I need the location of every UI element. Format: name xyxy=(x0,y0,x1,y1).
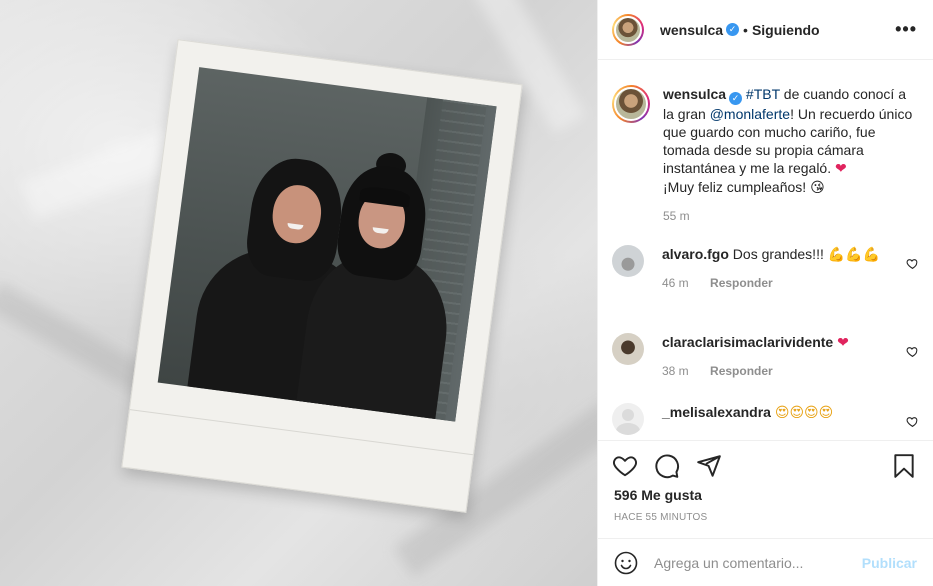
comment-message: Dos grandes!!! xyxy=(732,246,828,262)
comment-meta: 38 m Responder xyxy=(662,364,892,378)
like-comment-heart-icon[interactable] xyxy=(906,345,919,358)
caption-username[interactable]: wensulca xyxy=(663,86,726,102)
commenter-avatar[interactable] xyxy=(612,333,644,365)
share-icon[interactable] xyxy=(696,453,722,479)
reply-button[interactable]: Responder xyxy=(710,364,773,378)
heart-eyes-emoji: 😍😍😍😍 xyxy=(774,405,834,421)
post-actions: 596 Me gusta HACE 55 MINUTOS Agrega un c… xyxy=(598,440,933,586)
caption-part: ¡Muy feliz cumpleaños! xyxy=(663,179,811,195)
hashtag-link[interactable]: #TBT xyxy=(746,86,780,102)
post-header: wensulca ✓ • Siguiendo ••• xyxy=(598,0,933,60)
heart-emoji: ❤ xyxy=(837,335,849,351)
caption-avatar[interactable] xyxy=(612,85,650,123)
follow-status-button[interactable]: Siguiendo xyxy=(752,22,820,38)
reply-button[interactable]: Responder xyxy=(710,276,773,290)
polaroid-image xyxy=(157,67,497,422)
comment-username[interactable]: alvaro.fgo xyxy=(662,246,729,262)
verified-icon: ✓ xyxy=(729,92,743,105)
add-comment-bar: Agrega un comentario... Publicar xyxy=(598,538,933,586)
verified-icon: ✓ xyxy=(726,23,740,36)
comment-username[interactable]: claraclarisimaclarividente xyxy=(662,334,833,350)
caption: wensulca ✓ #TBT de cuando conocí a la gra… xyxy=(612,85,919,223)
more-icon[interactable]: ••• xyxy=(895,19,917,40)
caption-text: wensulca ✓ #TBT de cuando conocí a la gra… xyxy=(663,85,919,197)
post-photo[interactable] xyxy=(0,0,597,586)
emoji-icon[interactable] xyxy=(614,551,638,575)
author-username[interactable]: wensulca xyxy=(660,22,723,38)
post-sidebar: wensulca ✓ • Siguiendo ••• wensulca ✓ #TB… xyxy=(597,0,933,586)
commenter-avatar[interactable] xyxy=(612,245,644,277)
comment-input[interactable]: Agrega un comentario... xyxy=(654,555,862,571)
mention-link[interactable]: @monlaferte xyxy=(710,106,790,122)
comment-text: alvaro.fgo Dos grandes!!! 💪💪💪 xyxy=(662,245,892,264)
like-comment-heart-icon[interactable] xyxy=(906,257,919,270)
separator-dot: • xyxy=(743,21,748,38)
comments-list[interactable]: wensulca ✓ #TBT de cuando conocí a la gra… xyxy=(598,61,933,439)
comment-meta: 46 m Responder xyxy=(662,276,892,290)
comment-body: _melisalexandra 😍😍😍😍 xyxy=(662,403,892,435)
comment-item: alvaro.fgo Dos grandes!!! 💪💪💪 46 m Respo… xyxy=(612,245,919,290)
comment-icon[interactable] xyxy=(654,453,680,479)
bookmark-icon[interactable] xyxy=(891,453,917,479)
heart-icon[interactable] xyxy=(612,453,638,479)
comment-time[interactable]: 46 m xyxy=(662,276,689,290)
muscle-emoji: 💪💪💪 xyxy=(827,247,881,263)
caption-body: wensulca ✓ #TBT de cuando conocí a la gra… xyxy=(663,85,919,223)
comment-body: claraclarisimaclarividente ❤ 38 m Respon… xyxy=(662,333,892,378)
polaroid-print xyxy=(121,39,523,513)
caption-time[interactable]: 55 m xyxy=(663,209,690,223)
likes-count[interactable]: 596 Me gusta xyxy=(614,487,702,503)
instagram-post: wensulca ✓ • Siguiendo ••• wensulca ✓ #TB… xyxy=(0,0,933,586)
action-icons xyxy=(612,453,722,479)
comment-username[interactable]: _melisalexandra xyxy=(662,404,771,420)
like-comment-heart-icon[interactable] xyxy=(906,415,919,428)
comment-body: alvaro.fgo Dos grandes!!! 💪💪💪 46 m Respo… xyxy=(662,245,892,290)
kiss-emoji: 😘 xyxy=(810,180,825,196)
commenter-avatar[interactable] xyxy=(612,403,644,435)
comment-text: _melisalexandra 😍😍😍😍 xyxy=(662,403,892,422)
comment-item: claraclarisimaclarividente ❤ 38 m Respon… xyxy=(612,333,919,378)
heart-emoji: ❤ xyxy=(835,161,847,177)
post-timestamp[interactable]: HACE 55 MINUTOS xyxy=(614,512,707,523)
comment-text: claraclarisimaclarividente ❤ xyxy=(662,333,892,352)
header-user: wensulca ✓ • Siguiendo xyxy=(660,22,820,38)
comment-time[interactable]: 38 m xyxy=(662,364,689,378)
comment-item: _melisalexandra 😍😍😍😍 xyxy=(612,403,919,435)
publish-button[interactable]: Publicar xyxy=(862,555,917,571)
caption-meta: 55 m xyxy=(663,209,919,223)
author-avatar[interactable] xyxy=(612,13,644,46)
